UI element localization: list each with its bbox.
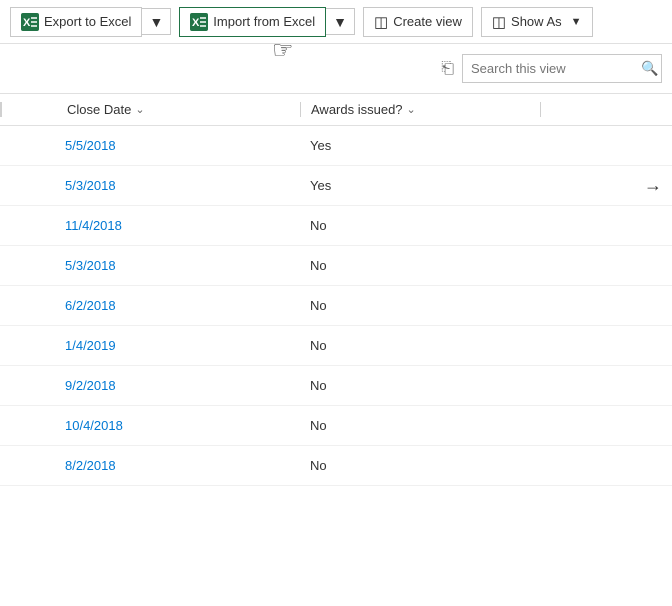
create-view-button[interactable]: ◫ Create view	[363, 7, 473, 37]
cell-award: Yes	[300, 138, 540, 153]
excel-export-icon: X	[21, 13, 39, 31]
cell-date: 5/3/2018	[0, 178, 300, 193]
awards-sort-icon: ⌄	[407, 103, 416, 116]
show-as-icon: ◫	[492, 13, 506, 31]
table-row[interactable]: 10/4/2018No	[0, 406, 672, 446]
import-from-excel-button[interactable]: X Import from Excel	[179, 7, 326, 37]
import-label: Import from Excel	[213, 14, 315, 29]
table-row[interactable]: 1/4/2019No	[0, 326, 672, 366]
export-label: Export to Excel	[44, 14, 131, 29]
cell-award: No	[300, 378, 540, 393]
cell-award: No	[300, 418, 540, 433]
cell-award: No	[300, 218, 540, 233]
svg-text:X: X	[192, 17, 200, 29]
cell-award: No	[300, 338, 540, 353]
show-as-button[interactable]: ◫ Show As ▼	[481, 7, 593, 37]
cell-award: No	[300, 458, 540, 473]
table-header: Close Date ⌄ Awards issued? ⌄	[0, 94, 672, 126]
table-row[interactable]: 11/4/2018No	[0, 206, 672, 246]
search-box: 🔍	[462, 54, 662, 83]
search-button[interactable]: 🔍	[633, 55, 666, 82]
create-view-icon: ◫	[374, 13, 388, 31]
cell-date: 9/2/2018	[0, 378, 300, 393]
search-input[interactable]	[463, 56, 633, 81]
cell-award: No	[300, 258, 540, 273]
cell-date: 1/4/2019	[0, 338, 300, 353]
data-table: Close Date ⌄ Awards issued? ⌄ 5/5/2018Ye…	[0, 94, 672, 486]
cell-date: 10/4/2018	[0, 418, 300, 433]
toolbar: X Export to Excel ▼ X Import from Excel …	[0, 0, 672, 44]
table-row[interactable]: 5/5/2018Yes	[0, 126, 672, 166]
filter-icon[interactable]: ⎗	[441, 60, 454, 78]
search-bar-area: ⎗ 🔍	[0, 44, 672, 94]
close-date-sort-icon: ⌄	[135, 103, 144, 116]
import-dropdown-button[interactable]: ▼	[326, 8, 355, 35]
column-extra	[540, 102, 672, 117]
table-row[interactable]: 5/3/2018No	[0, 246, 672, 286]
excel-import-icon: X	[190, 13, 208, 31]
table-row[interactable]: 6/2/2018No	[0, 286, 672, 326]
export-dropdown-button[interactable]: ▼	[142, 8, 171, 35]
cell-date: 6/2/2018	[0, 298, 300, 313]
svg-text:X: X	[23, 17, 31, 29]
export-to-excel-button[interactable]: X Export to Excel	[10, 7, 142, 37]
close-date-label: Close Date	[67, 102, 131, 117]
cell-date: 8/2/2018	[0, 458, 300, 473]
create-view-label: Create view	[393, 14, 462, 29]
show-as-dropdown-icon: ▼	[571, 16, 582, 28]
cell-award: No	[300, 298, 540, 313]
cell-date: 5/5/2018	[0, 138, 300, 153]
cell-award: Yes	[300, 178, 540, 193]
table-rows: 5/5/2018Yes5/3/2018Yes→11/4/2018No5/3/20…	[0, 126, 672, 486]
row-navigate-arrow-icon[interactable]: →	[644, 175, 662, 196]
table-row[interactable]: 5/3/2018Yes →	[0, 166, 672, 206]
awards-issued-label: Awards issued?	[311, 102, 403, 117]
cell-date: 11/4/2018	[0, 218, 300, 233]
table-row[interactable]: 9/2/2018No	[0, 366, 672, 406]
column-header-awards-issued[interactable]: Awards issued? ⌄	[300, 102, 540, 117]
cell-date: 5/3/2018	[0, 258, 300, 273]
table-row[interactable]: 8/2/2018No	[0, 446, 672, 486]
export-dropdown-icon: ▼	[149, 14, 163, 30]
column-header-close-date[interactable]: Close Date ⌄	[0, 102, 300, 117]
show-as-label: Show As	[511, 14, 562, 29]
import-dropdown-icon: ▼	[333, 14, 347, 30]
